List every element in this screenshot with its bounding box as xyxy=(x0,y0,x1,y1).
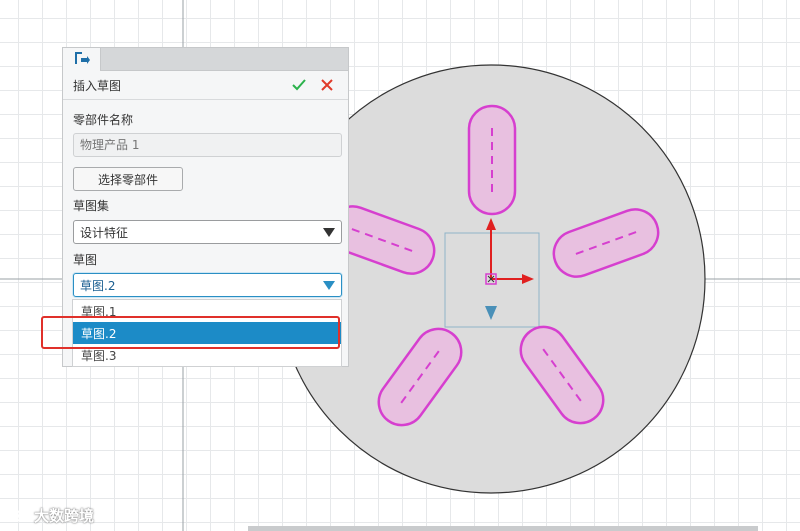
panel-tabbar xyxy=(63,48,348,71)
insert-sketch-icon xyxy=(73,50,91,69)
select-part-button[interactable]: 选择零部件 xyxy=(73,167,183,191)
sketch-set-value: 设计特征 xyxy=(80,225,129,240)
slot-top[interactable] xyxy=(467,104,517,216)
sketch-label: 草图 xyxy=(73,253,98,267)
part-name-label: 零部件名称 xyxy=(73,113,134,127)
panel-header: 插入草图 xyxy=(63,71,348,100)
sketch-set-label: 草图集 xyxy=(73,199,110,213)
triangle-down-icon xyxy=(323,280,335,290)
sketch-select[interactable]: 草图.2 xyxy=(73,273,342,297)
part-name-field[interactable] xyxy=(73,133,342,157)
confirm-button[interactable] xyxy=(288,75,310,95)
triangle-down-icon xyxy=(323,227,335,237)
sketch-value: 草图.2 xyxy=(80,278,116,293)
panel-tab[interactable] xyxy=(63,48,101,71)
check-icon xyxy=(292,79,306,91)
sketch-set-select[interactable]: 设计特征 xyxy=(73,220,342,244)
panel-title: 插入草图 xyxy=(73,78,122,93)
status-bar xyxy=(248,526,758,531)
watermark: 大数跨境 xyxy=(10,505,94,526)
close-icon xyxy=(321,79,333,91)
watermark-logo-icon xyxy=(10,509,30,522)
watermark-text: 大数跨境 xyxy=(34,507,95,525)
highlight-annotation-box xyxy=(41,316,340,349)
cancel-button[interactable] xyxy=(316,75,338,95)
